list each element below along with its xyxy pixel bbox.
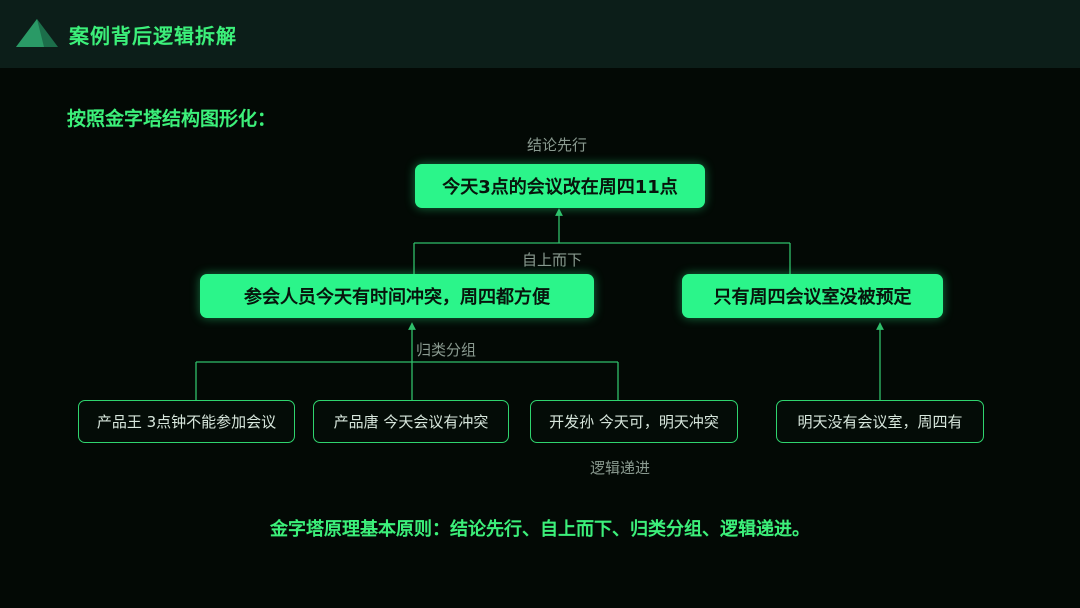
leaf-node-4: 明天没有会议室，周四有 bbox=[776, 400, 984, 443]
leaf-node-3: 开发孙 今天可，明天冲突 bbox=[530, 400, 738, 443]
leaf-node-1: 产品王 3点钟不能参加会议 bbox=[78, 400, 295, 443]
label-logic: 逻辑递进 bbox=[590, 459, 651, 477]
summary-text: 金字塔原理基本原则：结论先行、自上而下、归类分组、逻辑递进。 bbox=[270, 519, 810, 540]
label-conclusion-first: 结论先行 bbox=[527, 136, 588, 154]
middle-node-left: 参会人员今天有时间冲突，周四都方便 bbox=[200, 274, 594, 318]
top-node: 今天3点的会议改在周四11点 bbox=[415, 164, 705, 208]
leaf-node-2: 产品唐 今天会议有冲突 bbox=[313, 400, 509, 443]
label-group: 归类分组 bbox=[416, 341, 477, 359]
middle-node-right: 只有周四会议室没被预定 bbox=[682, 274, 943, 318]
label-top-down: 自上而下 bbox=[522, 251, 583, 269]
